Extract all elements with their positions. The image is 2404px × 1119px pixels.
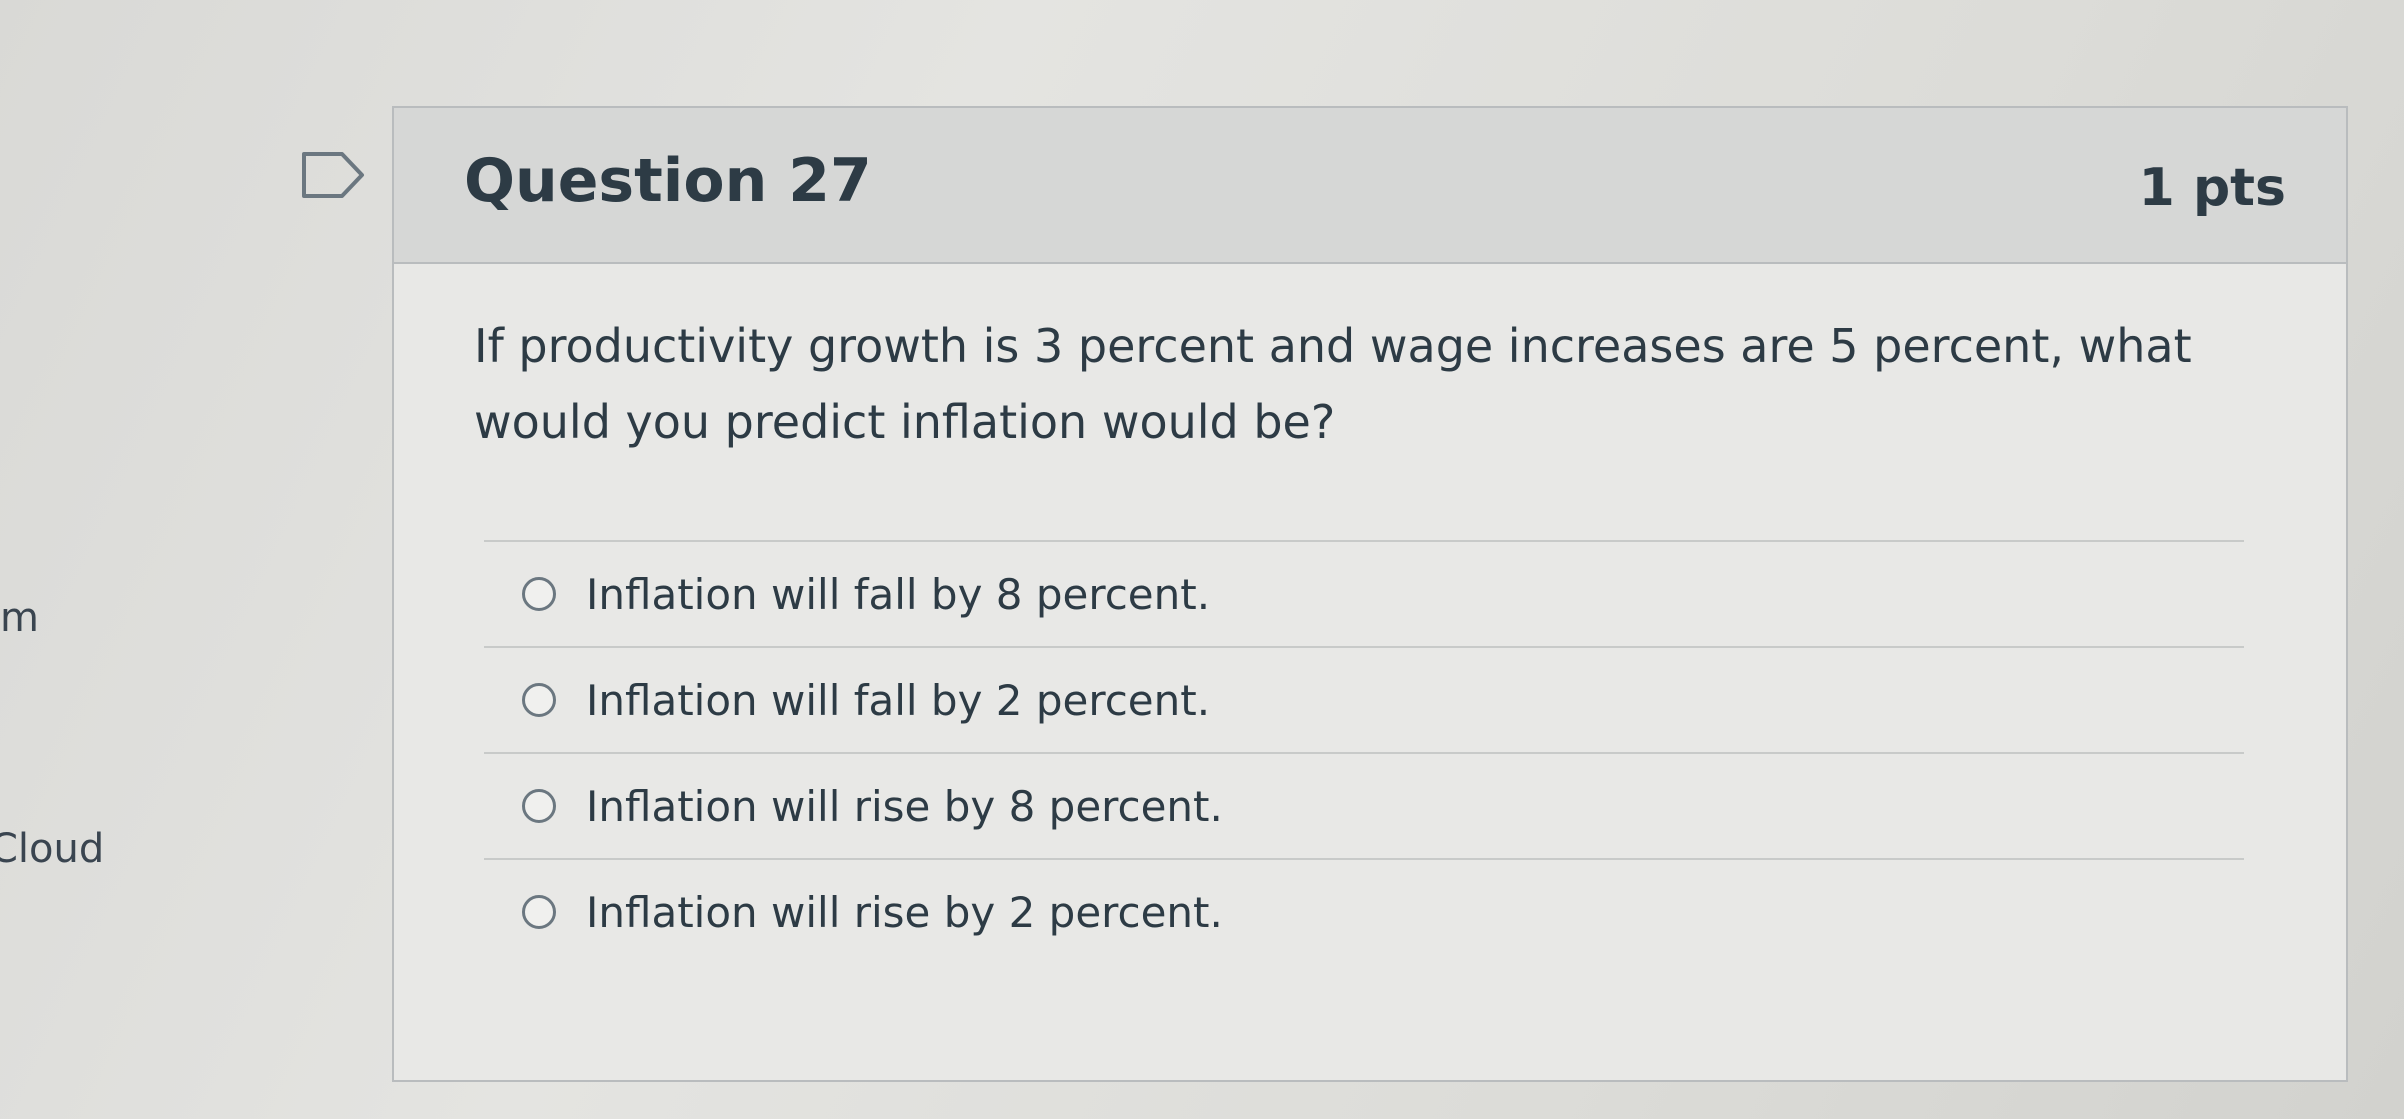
radio-button[interactable]: [522, 683, 556, 717]
answer-option-3[interactable]: Inflation will rise by 8 percent.: [484, 752, 2244, 858]
answer-label[interactable]: Inflation will fall by 2 percent.: [586, 676, 1210, 725]
answer-option-4[interactable]: Inflation will rise by 2 percent.: [484, 858, 2244, 964]
answer-option-1[interactable]: Inflation will fall by 8 percent.: [484, 540, 2244, 646]
question-text: If productivity growth is 3 percent and …: [474, 319, 2192, 449]
sidebar-fragment-cloud[interactable]: Cloud: [0, 826, 104, 872]
answer-label[interactable]: Inflation will rise by 8 percent.: [586, 782, 1223, 831]
question-points: 1 pts: [2138, 158, 2286, 218]
question-card: Question 27 1 pts If productivity growth…: [392, 106, 2348, 1082]
radio-button[interactable]: [522, 789, 556, 823]
question-title: Question 27: [464, 146, 872, 216]
sidebar-fragment-m: m: [0, 595, 39, 641]
answer-list: Inflation will fall by 8 percent. Inflat…: [484, 540, 2244, 964]
answer-label[interactable]: Inflation will fall by 8 percent.: [586, 570, 1210, 619]
radio-button[interactable]: [522, 577, 556, 611]
answer-label[interactable]: Inflation will rise by 2 percent.: [586, 888, 1223, 937]
radio-button[interactable]: [522, 895, 556, 929]
flag-icon[interactable]: [300, 150, 366, 200]
answer-option-2[interactable]: Inflation will fall by 2 percent.: [484, 646, 2244, 752]
question-header: Question 27 1 pts: [394, 108, 2346, 264]
